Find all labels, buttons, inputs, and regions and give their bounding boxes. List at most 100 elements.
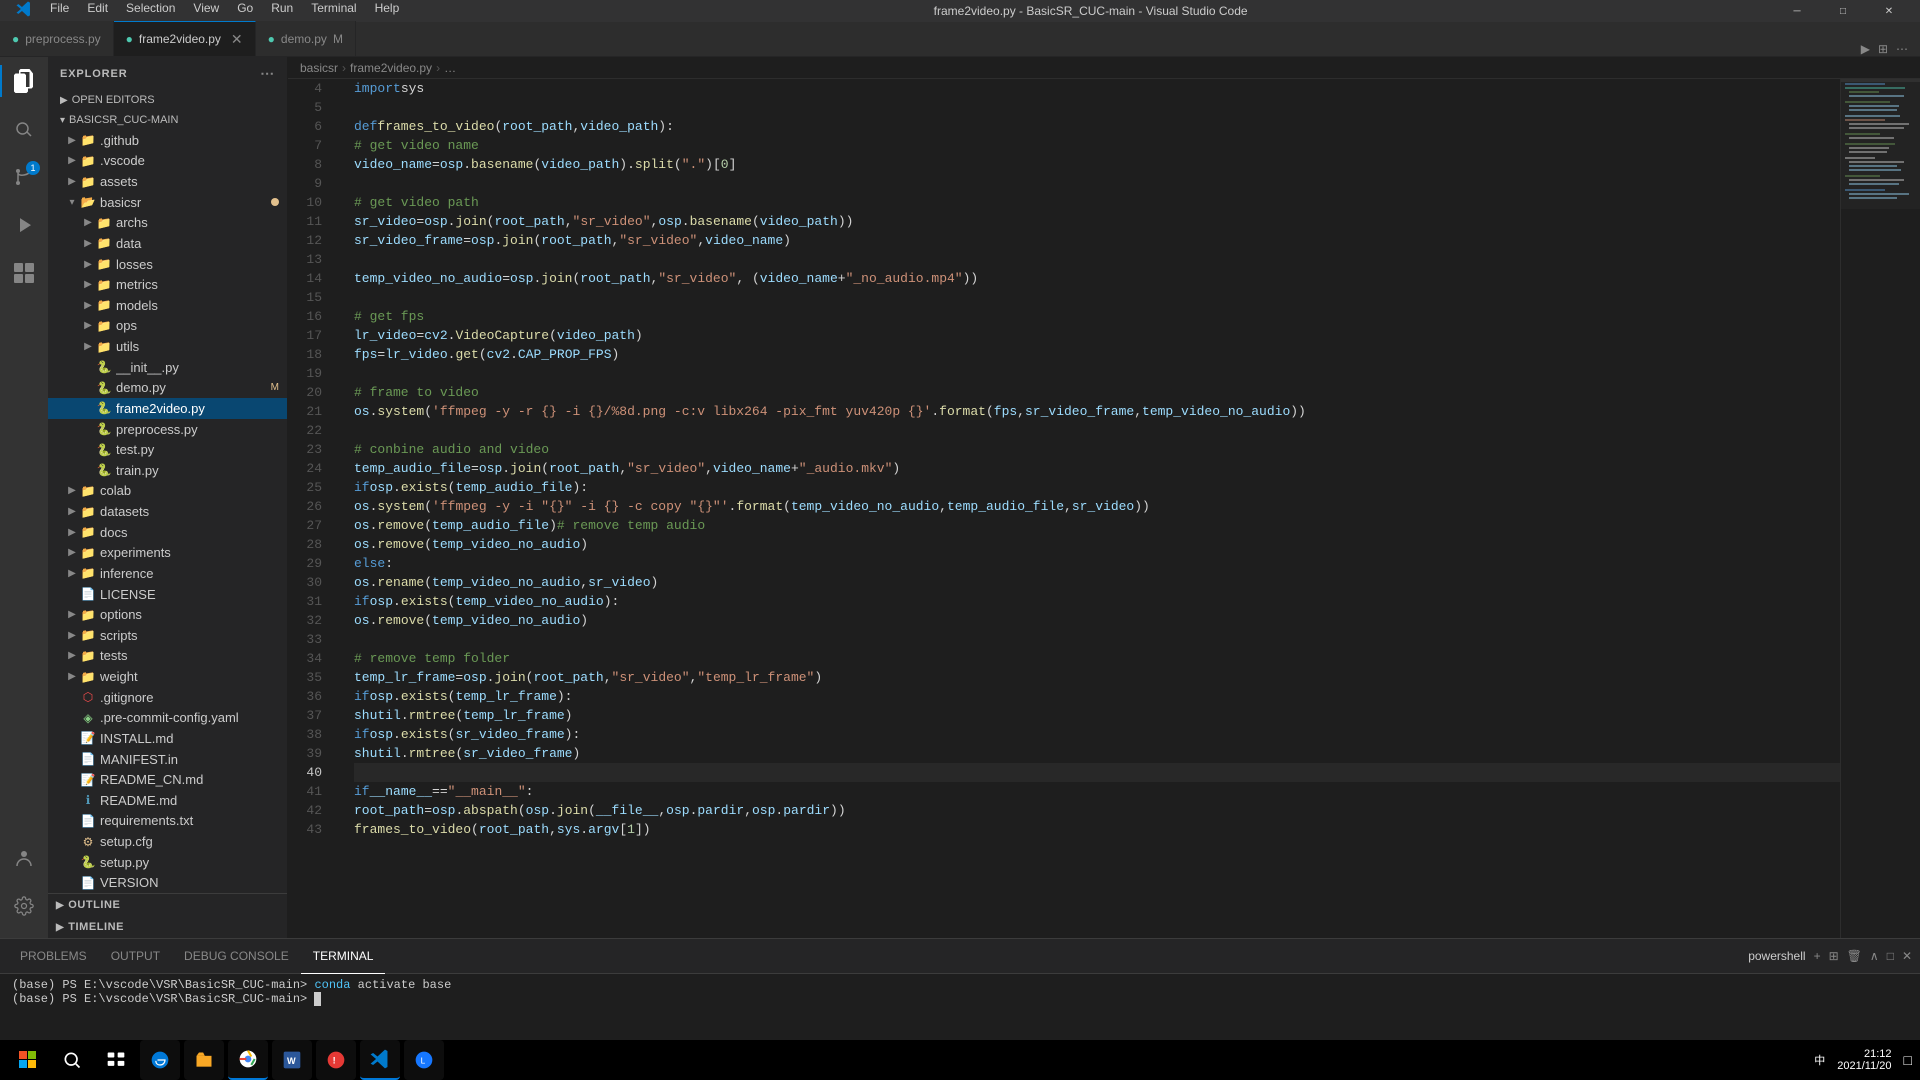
explorer-taskbar[interactable] (184, 1040, 224, 1080)
word-taskbar[interactable]: W (272, 1040, 312, 1080)
close-tab-icon[interactable]: ✕ (231, 31, 243, 48)
code-editor[interactable]: 4 5 6 7 8 9 10 11 12 13 14 15 16 17 (288, 79, 1920, 938)
explorer-icon[interactable] (0, 57, 48, 105)
open-editors-section[interactable]: ▶ OPEN EDITORS (48, 90, 287, 110)
code-line-30: os.rename(temp_video_no_audio, sr_video) (354, 573, 1840, 592)
tab-debug-console[interactable]: DEBUG CONSOLE (172, 939, 301, 974)
terminal-new-icon[interactable]: + (1814, 949, 1821, 963)
minimize-button[interactable]: ─ (1774, 0, 1820, 22)
tree-demo[interactable]: 🐍 demo.py M (48, 378, 287, 399)
extensions-icon[interactable] (0, 249, 48, 297)
tab-output[interactable]: OUTPUT (99, 939, 172, 974)
close-button[interactable]: ✕ (1866, 0, 1912, 22)
tree-init[interactable]: 🐍 __init__.py (48, 357, 287, 378)
split-editor-icon[interactable]: ⊞ (1878, 42, 1888, 56)
tree-setup-cfg[interactable]: ⚙ setup.cfg (48, 831, 287, 852)
run-debug-icon[interactable] (0, 201, 48, 249)
antivirus-taskbar[interactable]: ! (316, 1040, 356, 1080)
taskbar-lang-icon[interactable]: 中 (1814, 1052, 1825, 1068)
folder-icon: 📁 (80, 132, 96, 148)
edge-taskbar[interactable] (140, 1040, 180, 1080)
tree-manifest[interactable]: 📄 MANIFEST.in (48, 749, 287, 770)
tree-colab[interactable]: ▶ 📁 colab (48, 481, 287, 502)
tree-install[interactable]: 📝 INSTALL.md (48, 728, 287, 749)
terminal-maximize-icon[interactable]: □ (1887, 949, 1894, 963)
settings-icon[interactable] (0, 882, 48, 930)
search-taskbar-icon[interactable] (52, 1040, 92, 1080)
tree-readme-cn[interactable]: 📝 README_CN.md (48, 769, 287, 790)
menu-help[interactable]: Help (367, 0, 408, 24)
tree-github[interactable]: ▶ 📁 .github (48, 130, 287, 151)
tree-data[interactable]: ▶ 📁 data (48, 233, 287, 254)
breadcrumb-basicsr[interactable]: basicsr (300, 61, 338, 75)
open-editors-arrow: ▶ (60, 95, 68, 106)
more-actions-icon[interactable]: ⋯ (1896, 42, 1908, 56)
tab-terminal[interactable]: TERMINAL (301, 939, 386, 974)
menu-selection[interactable]: Selection (118, 0, 183, 24)
chrome-taskbar[interactable] (228, 1040, 268, 1080)
terminal-close-icon[interactable]: ✕ (1902, 949, 1912, 963)
tab-demo[interactable]: ● demo.py M (256, 21, 356, 56)
tree-assets[interactable]: ▶ 📁 assets (48, 171, 287, 192)
tree-options[interactable]: ▶ 📁 options (48, 604, 287, 625)
taskbar-notification-icon[interactable]: □ (1904, 1052, 1912, 1068)
maximize-button[interactable]: □ (1820, 0, 1866, 22)
tab-preprocess[interactable]: ● preprocess.py (0, 21, 114, 56)
tree-experiments[interactable]: ▶ 📁 experiments (48, 543, 287, 564)
breadcrumb-ellipsis[interactable]: … (444, 61, 456, 75)
tab-frame2video[interactable]: ● frame2video.py ✕ (114, 21, 256, 56)
search-icon[interactable] (0, 105, 48, 153)
tree-frame2video[interactable]: 🐍 frame2video.py (48, 398, 287, 419)
menu-view[interactable]: View (185, 0, 227, 24)
tree-vscode[interactable]: ▶ 📁 .vscode (48, 151, 287, 172)
run-icon[interactable]: ▶ (1861, 42, 1870, 56)
tree-tests[interactable]: ▶ 📁 tests (48, 646, 287, 667)
timeline-section[interactable]: ▶ TIMELINE (48, 916, 287, 938)
menu-file[interactable]: File (42, 0, 77, 24)
tree-requirements[interactable]: 📄 requirements.txt (48, 811, 287, 832)
tree-preprocess[interactable]: 🐍 preprocess.py (48, 419, 287, 440)
vscode-logo-icon[interactable] (8, 0, 40, 24)
tree-datasets[interactable]: ▶ 📁 datasets (48, 501, 287, 522)
tree-utils[interactable]: ▶ 📁 utils (48, 336, 287, 357)
tree-setup-py[interactable]: 🐍 setup.py (48, 852, 287, 873)
tree-basicsr[interactable]: ▾ 📂 basicsr (48, 192, 287, 213)
tree-ops[interactable]: ▶ 📁 ops (48, 316, 287, 337)
menu-terminal[interactable]: Terminal (303, 0, 364, 24)
code-content[interactable]: import sys def frames_to_video(root_path… (338, 79, 1840, 938)
tree-docs[interactable]: ▶ 📁 docs (48, 522, 287, 543)
menu-run[interactable]: Run (263, 0, 301, 24)
tree-inference[interactable]: ▶ 📁 inference (48, 563, 287, 584)
tree-weight[interactable]: ▶ 📁 weight (48, 666, 287, 687)
tree-losses[interactable]: ▶ 📁 losses (48, 254, 287, 275)
tree-precommit[interactable]: ◈ .pre-commit-config.yaml (48, 708, 287, 729)
taskview-icon[interactable] (96, 1040, 136, 1080)
terminal-split-icon[interactable]: ⊞ (1829, 949, 1839, 963)
breadcrumb-file[interactable]: frame2video.py (350, 61, 432, 75)
sidebar-header[interactable]: EXPLORER ⋯ (48, 57, 287, 90)
source-control-icon[interactable]: 1 (0, 153, 48, 201)
tab-problems[interactable]: PROBLEMS (8, 939, 99, 974)
tree-license[interactable]: 📄 LICENSE (48, 584, 287, 605)
accounts-icon[interactable] (0, 834, 48, 882)
tree-models[interactable]: ▶ 📁 models (48, 295, 287, 316)
tree-metrics[interactable]: ▶ 📁 metrics (48, 274, 287, 295)
tree-scripts[interactable]: ▶ 📁 scripts (48, 625, 287, 646)
tree-gitignore[interactable]: ⬡ .gitignore (48, 687, 287, 708)
start-button[interactable] (8, 1040, 48, 1080)
tree-archs[interactable]: ▶ 📁 archs (48, 213, 287, 234)
vscode-taskbar[interactable] (360, 1040, 400, 1080)
tree-test[interactable]: 🐍 test.py (48, 439, 287, 460)
project-section[interactable]: ▾ BASICSR_CUC-MAIN (48, 110, 287, 130)
tree-train[interactable]: 🐍 train.py (48, 460, 287, 481)
menu-go[interactable]: Go (229, 0, 261, 24)
terminal-collapse-icon[interactable]: ∧ (1870, 949, 1879, 963)
outline-section[interactable]: ▶ OUTLINE (48, 894, 287, 916)
tree-readme[interactable]: ℹ README.md (48, 790, 287, 811)
lark-taskbar[interactable]: L (404, 1040, 444, 1080)
menu-edit[interactable]: Edit (79, 0, 116, 24)
tree-version[interactable]: 📄 VERSION (48, 873, 287, 894)
new-file-icon[interactable]: ⋯ (260, 65, 275, 82)
modified-badge: M (333, 32, 343, 46)
terminal-kill-icon[interactable]: 🗑 (1847, 949, 1862, 963)
